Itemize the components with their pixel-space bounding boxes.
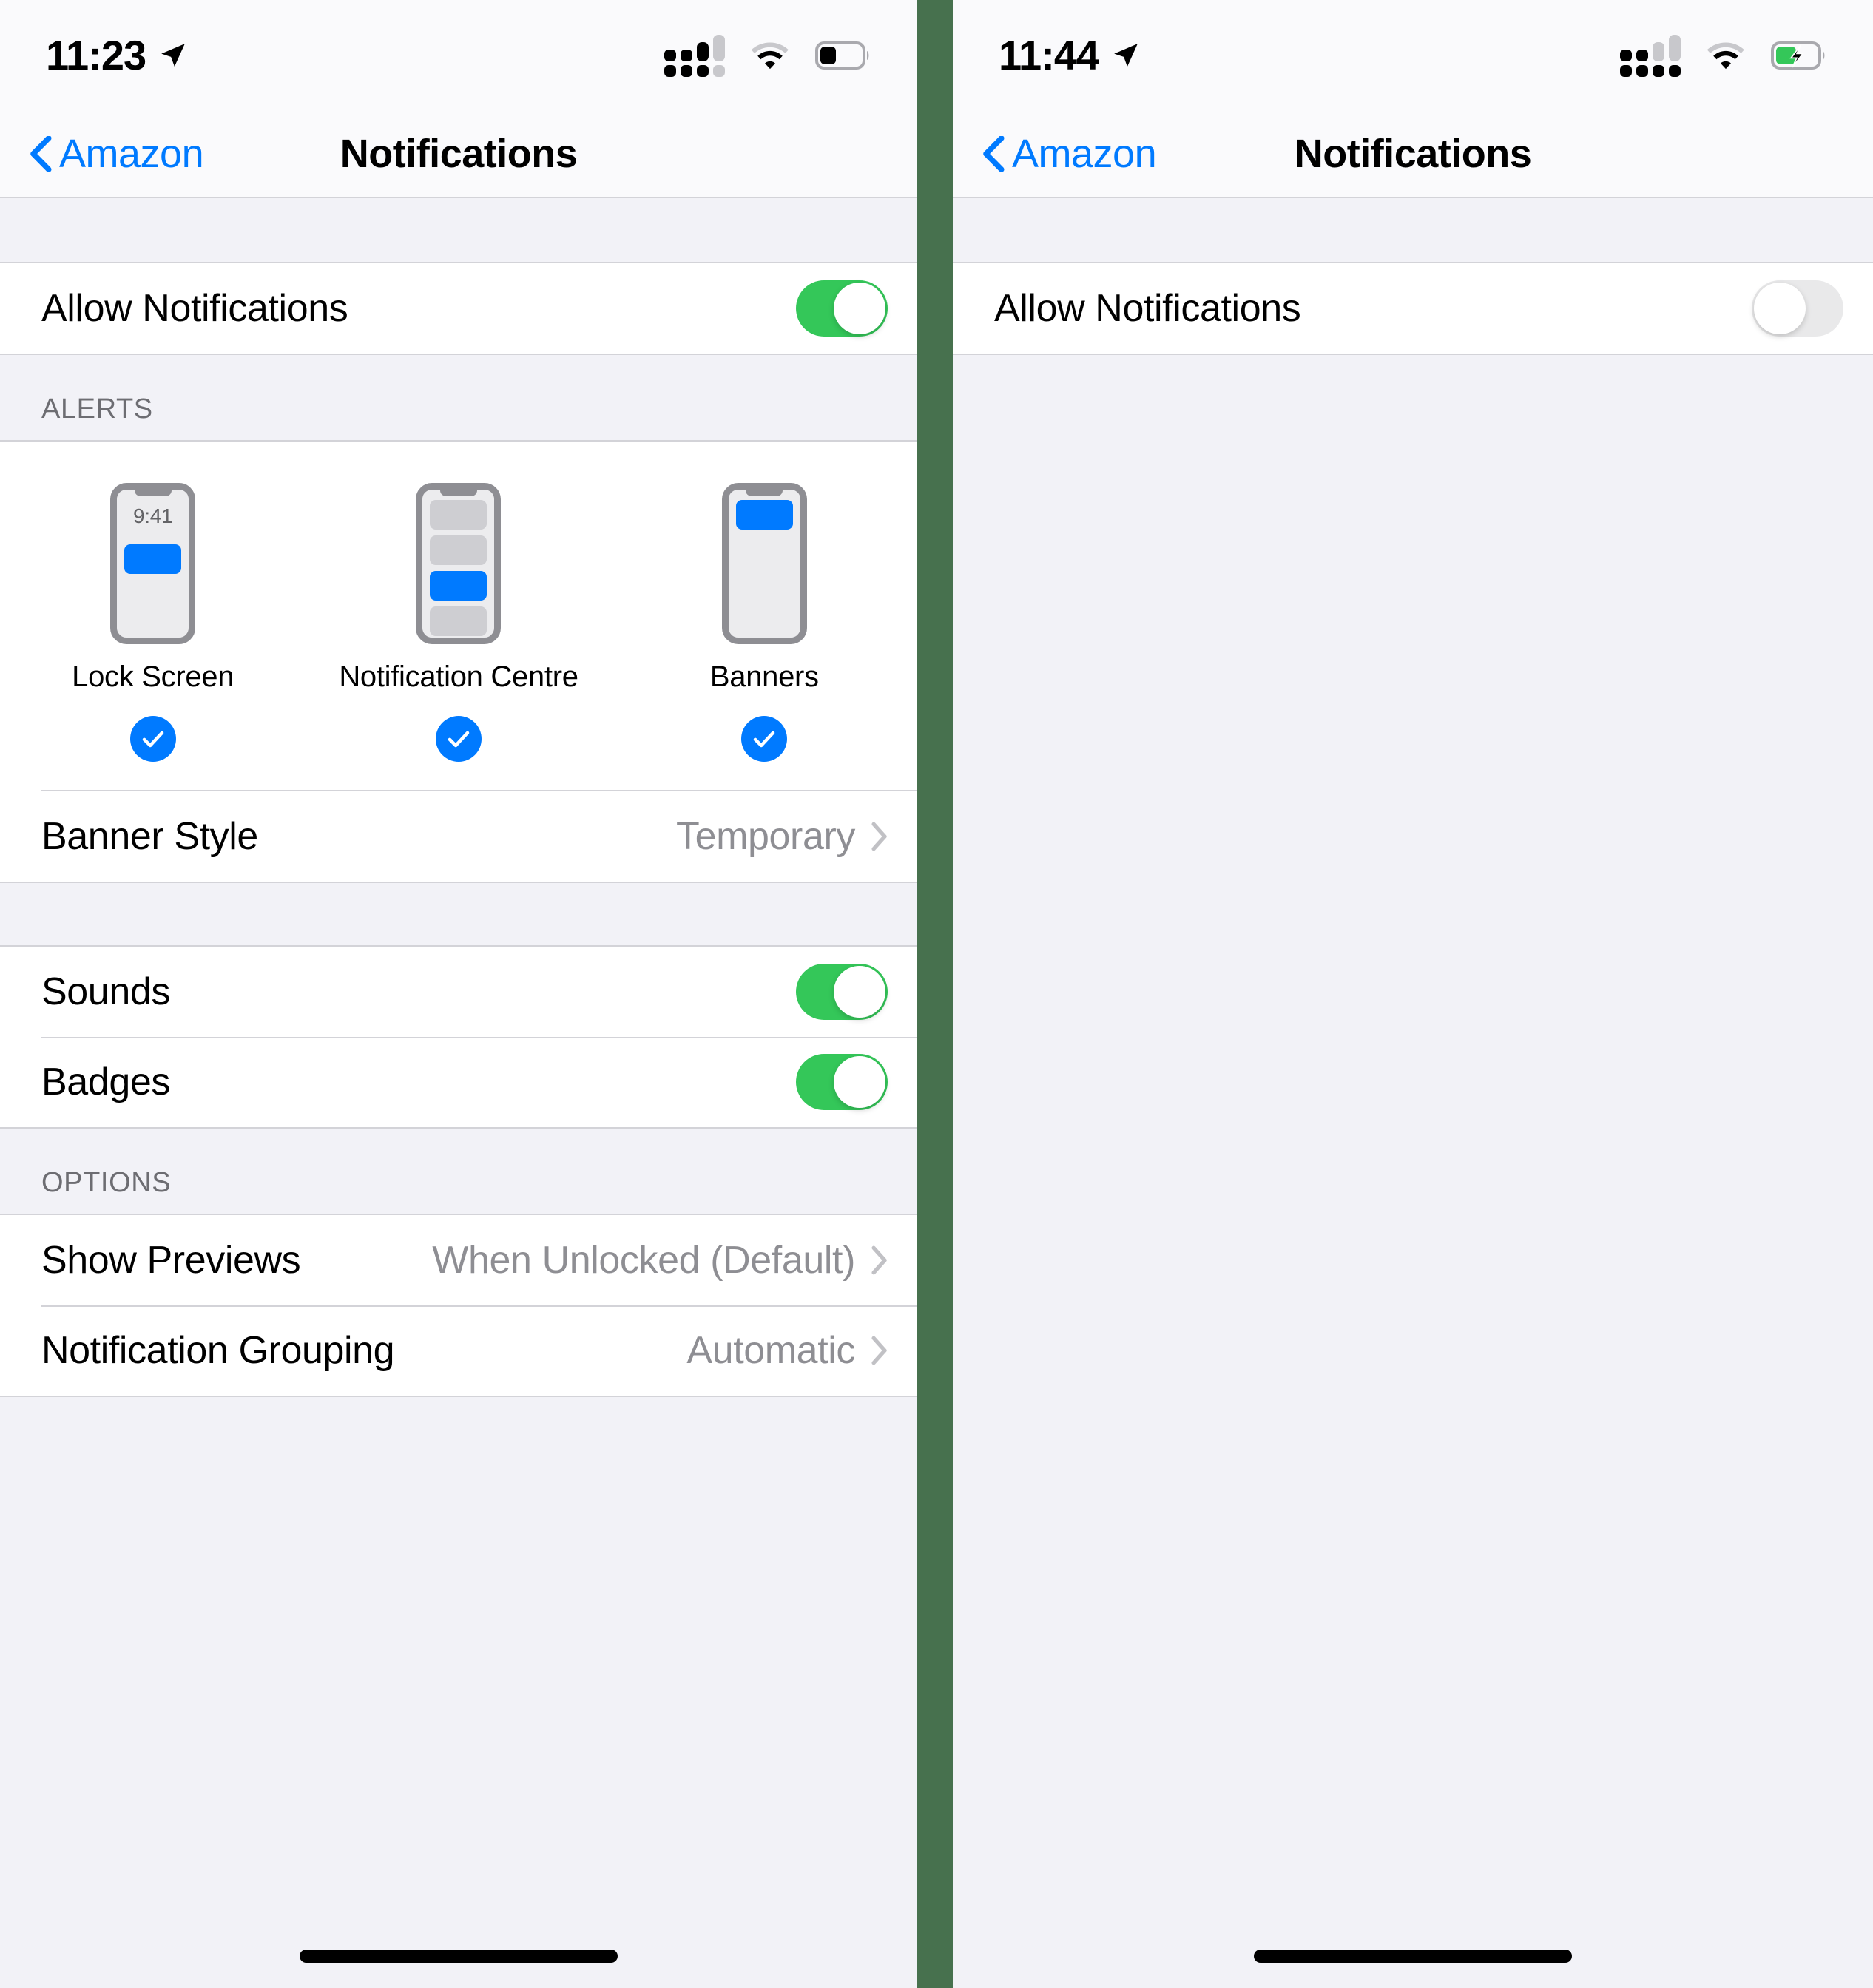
toggle-knob <box>1754 283 1806 334</box>
check-icon <box>754 731 775 748</box>
banners-preview-icon <box>721 483 807 644</box>
allow-notifications-toggle[interactable] <box>1752 280 1843 337</box>
alert-option-checkmark[interactable] <box>435 716 482 762</box>
screenshot-stage: 11:23 Amazon Notifications Allow Notific… <box>0 0 1873 1988</box>
content-filler <box>0 1397 917 1708</box>
status-bar-right-group <box>1620 34 1827 77</box>
toggle-knob <box>834 966 885 1018</box>
spacer-top <box>953 198 1873 262</box>
alert-option-lock-screen[interactable]: 9:41 Lock Screen <box>0 483 306 762</box>
row-label: Banner Style <box>41 815 258 858</box>
cellular-signal-icon <box>1620 34 1681 77</box>
back-button[interactable]: Amazon <box>982 132 1157 176</box>
alert-style-picker: 9:41 Lock Screen Notification Centre Ban… <box>0 442 917 882</box>
back-button-label: Amazon <box>1012 132 1157 176</box>
wifi-icon <box>1707 42 1744 70</box>
row-label: Show Previews <box>41 1239 301 1282</box>
alert-option-notification-centre[interactable]: Notification Centre <box>306 483 611 762</box>
badges-toggle[interactable] <box>796 1054 888 1110</box>
home-indicator[interactable] <box>1254 1950 1572 1963</box>
left-phone-panel: 11:23 Amazon Notifications Allow Notific… <box>0 0 917 1988</box>
preview-notification-bar <box>430 571 487 601</box>
alerts-section-header: ALERTS <box>0 355 917 440</box>
status-bar-left-group: 11:44 <box>999 35 1140 76</box>
location-arrow-icon <box>161 44 185 67</box>
notch <box>439 490 477 496</box>
row-label: Allow Notifications <box>41 287 348 330</box>
status-bar-left: 11:23 <box>0 0 917 111</box>
row-value: When Unlocked (Default) <box>432 1239 855 1282</box>
status-bar-right-group <box>664 34 871 77</box>
preview-time: 9:41 <box>133 504 173 527</box>
options-section-header-wrap: OPTIONS <box>0 1129 917 1215</box>
alerts-section-header-wrap: ALERTS <box>0 355 917 442</box>
toggle-knob <box>834 1056 885 1108</box>
home-indicator[interactable] <box>300 1950 618 1963</box>
status-bar-right: 11:44 <box>953 0 1873 111</box>
alert-option-banners[interactable]: Banners <box>612 483 917 762</box>
row-badges[interactable]: Badges <box>0 1037 917 1127</box>
alert-option-label: Notification Centre <box>339 660 578 693</box>
allow-notifications-toggle[interactable] <box>796 280 888 337</box>
cellular-signal-icon <box>664 34 725 77</box>
preview-notification-bar <box>430 606 487 636</box>
row-allow-notifications[interactable]: Allow Notifications <box>0 263 917 354</box>
nav-bar-right: Amazon Notifications <box>953 111 1873 198</box>
options-section-header: OPTIONS <box>0 1129 917 1214</box>
battery-charging-icon <box>1771 41 1825 70</box>
spacer-top <box>0 198 917 262</box>
chevron-left-icon <box>983 136 1005 172</box>
status-time: 11:23 <box>46 32 146 78</box>
preview-notification-bar <box>430 535 487 565</box>
panel-divider <box>917 0 953 1988</box>
battery-icon <box>815 41 869 70</box>
spacer-mid <box>0 882 917 945</box>
wifi-icon <box>751 42 789 70</box>
alert-option-checkmark[interactable] <box>741 716 788 762</box>
preview-notification-bar <box>735 500 793 530</box>
empty-content-area <box>953 355 1873 1834</box>
row-label: Sounds <box>41 970 170 1013</box>
chevron-right-icon <box>871 1245 887 1275</box>
row-label: Notification Grouping <box>41 1329 395 1372</box>
row-show-previews[interactable]: Show Previews When Unlocked (Default) <box>0 1215 917 1305</box>
preview-notification-bar <box>124 544 182 574</box>
back-button[interactable]: Amazon <box>30 132 204 176</box>
check-icon <box>448 731 470 748</box>
alert-option-label: Lock Screen <box>72 660 234 693</box>
sounds-badges-group: Sounds Badges <box>0 945 917 1129</box>
allow-notifications-group: Allow Notifications <box>0 262 917 355</box>
location-arrow-icon <box>1114 44 1138 67</box>
chevron-right-icon <box>871 1336 887 1365</box>
preview-notification-bar <box>430 500 487 530</box>
row-allow-notifications[interactable]: Allow Notifications <box>953 263 1873 354</box>
chevron-left-icon <box>30 136 52 172</box>
row-label: Allow Notifications <box>994 287 1301 330</box>
sounds-toggle[interactable] <box>796 964 888 1020</box>
row-value: Temporary <box>675 815 855 858</box>
alert-option-checkmark[interactable] <box>129 716 176 762</box>
nav-bar-left: Amazon Notifications <box>0 111 917 198</box>
row-sounds[interactable]: Sounds <box>0 947 917 1037</box>
chevron-right-icon <box>871 822 887 851</box>
row-label: Badges <box>41 1061 170 1103</box>
lock-screen-preview-icon: 9:41 <box>110 483 196 644</box>
right-phone-panel: 11:44 Amazon Notifications Allow Notific… <box>953 0 1873 1988</box>
toggle-knob <box>834 283 885 334</box>
status-bar-left-group: 11:23 <box>46 35 187 76</box>
notification-centre-preview-icon <box>416 483 502 644</box>
alert-option-label: Banners <box>709 660 819 693</box>
row-banner-style[interactable]: Banner Style Temporary <box>0 791 917 882</box>
row-notification-grouping[interactable]: Notification Grouping Automatic <box>0 1305 917 1396</box>
back-button-label: Amazon <box>59 132 204 176</box>
status-time: 11:44 <box>999 32 1099 78</box>
allow-notifications-group: Allow Notifications <box>953 262 1873 355</box>
notch <box>746 490 783 496</box>
check-icon <box>142 731 163 748</box>
options-group: Show Previews When Unlocked (Default) No… <box>0 1215 917 1397</box>
row-value: Automatic <box>686 1329 855 1372</box>
notch <box>134 490 172 496</box>
preview-notification-bar <box>430 642 487 644</box>
